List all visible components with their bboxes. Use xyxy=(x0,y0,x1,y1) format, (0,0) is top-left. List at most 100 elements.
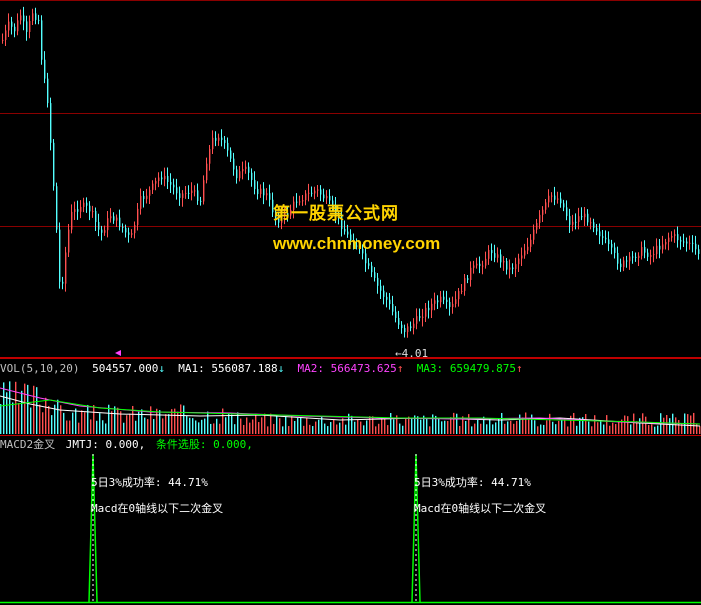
candle-body xyxy=(656,245,658,255)
candle-body xyxy=(395,311,397,318)
volume-bar xyxy=(33,385,35,434)
volume-bar xyxy=(81,410,83,434)
volume-bar xyxy=(477,419,479,434)
macd-panel[interactable]: MACD2金叉 JMTJ: 0.000, 条件选股: 0.000, 5日3%成功… xyxy=(0,436,701,605)
volume-bar xyxy=(309,424,311,434)
candle-body xyxy=(452,303,454,307)
candle-body xyxy=(629,256,631,262)
volume-bar xyxy=(447,420,449,434)
volume-bar xyxy=(69,420,71,434)
volume-bar xyxy=(96,420,98,434)
candle-body xyxy=(203,180,205,202)
candle-body xyxy=(149,189,151,196)
volume-bar xyxy=(600,421,602,434)
candle-body xyxy=(614,247,616,253)
volume-bar xyxy=(120,411,122,434)
candle-body xyxy=(488,250,490,259)
volume-bar xyxy=(141,409,143,434)
candle-body xyxy=(161,177,163,180)
candle-body xyxy=(542,209,544,215)
jmtj-value: 0.000, xyxy=(105,438,146,451)
candle-body xyxy=(230,150,232,159)
candle-body xyxy=(413,323,415,329)
candle-body xyxy=(521,255,523,259)
volume-bar xyxy=(534,420,536,434)
candle-body xyxy=(497,254,499,258)
candle-body xyxy=(386,296,388,300)
candle-body xyxy=(53,142,55,187)
volume-bar xyxy=(225,417,227,434)
volume-bar xyxy=(540,424,542,434)
candle-body xyxy=(443,296,445,300)
candle-body xyxy=(119,217,121,227)
signal-2-desc: Macd在0轴线以下二次金叉 xyxy=(414,502,547,515)
volume-bar xyxy=(105,423,107,434)
candle-body xyxy=(527,246,529,251)
candle-body xyxy=(212,137,214,150)
candle-body xyxy=(674,234,676,237)
signal-1-desc: Macd在0轴线以下二次金叉 xyxy=(91,502,224,515)
volume-bar xyxy=(72,412,74,434)
volume-bar xyxy=(162,418,164,434)
candle-body xyxy=(416,316,418,324)
volume-bar xyxy=(357,419,359,434)
candle-body xyxy=(617,252,619,264)
volume-bar xyxy=(516,420,518,434)
volume-bar xyxy=(552,421,554,434)
volume-bar xyxy=(3,382,5,434)
candle-body xyxy=(323,194,325,199)
candle-body xyxy=(365,253,367,264)
volume-bar xyxy=(492,424,494,434)
volume-bar xyxy=(123,422,125,434)
candle-body xyxy=(611,244,613,248)
volume-bar xyxy=(15,381,17,434)
candle-body xyxy=(41,20,43,60)
volume-bar xyxy=(117,407,119,434)
volume-bar xyxy=(657,425,659,434)
volume-panel[interactable]: VOL(5,10,20) 504557.000↓, MA1: 556087.18… xyxy=(0,358,701,436)
candle-body xyxy=(446,299,448,303)
volume-bar xyxy=(594,415,596,434)
candle-body xyxy=(164,175,166,180)
macd-signal-chart[interactable] xyxy=(0,436,701,605)
volume-bar xyxy=(135,420,137,434)
candle-body xyxy=(146,195,148,199)
candle-body xyxy=(209,149,211,164)
candle-body xyxy=(545,202,547,210)
candle-body xyxy=(158,177,160,181)
volume-bar xyxy=(390,413,392,434)
volume-bar xyxy=(426,417,428,434)
candle-body xyxy=(392,304,394,312)
candle-body xyxy=(71,211,73,230)
volume-bar xyxy=(273,423,275,434)
volume-bar xyxy=(45,397,47,434)
volume-bar xyxy=(366,420,368,434)
volume-bar xyxy=(252,419,254,434)
candle-body xyxy=(533,229,535,240)
volume-bar xyxy=(84,412,86,434)
candle-body xyxy=(380,285,382,291)
price-chart-panel[interactable]: ←4.01 第一股票公式网 www.chnmoney.com xyxy=(0,0,701,360)
volume-bar xyxy=(408,416,410,434)
volume-bar xyxy=(9,381,11,434)
volume-bar xyxy=(384,418,386,434)
candle-body xyxy=(65,252,67,284)
volume-bar xyxy=(351,415,353,434)
candle-body xyxy=(677,234,679,241)
volume-bar xyxy=(114,406,116,434)
volume-bar xyxy=(195,420,197,434)
volume-bar xyxy=(198,422,200,434)
candle-body xyxy=(434,300,436,304)
volume-bar xyxy=(411,417,413,434)
candle-body xyxy=(173,184,175,188)
macd-indicator-name: MACD2金叉 xyxy=(0,438,56,451)
ma3-label: MA3: xyxy=(416,362,444,375)
candlestick-chart[interactable] xyxy=(0,0,701,358)
volume-bar xyxy=(429,426,431,434)
candle-body xyxy=(80,206,82,212)
volume-bar xyxy=(393,419,395,434)
candle-body xyxy=(665,242,667,245)
candle-body xyxy=(185,192,187,194)
candle-body xyxy=(77,209,79,212)
candle-body xyxy=(626,260,628,262)
